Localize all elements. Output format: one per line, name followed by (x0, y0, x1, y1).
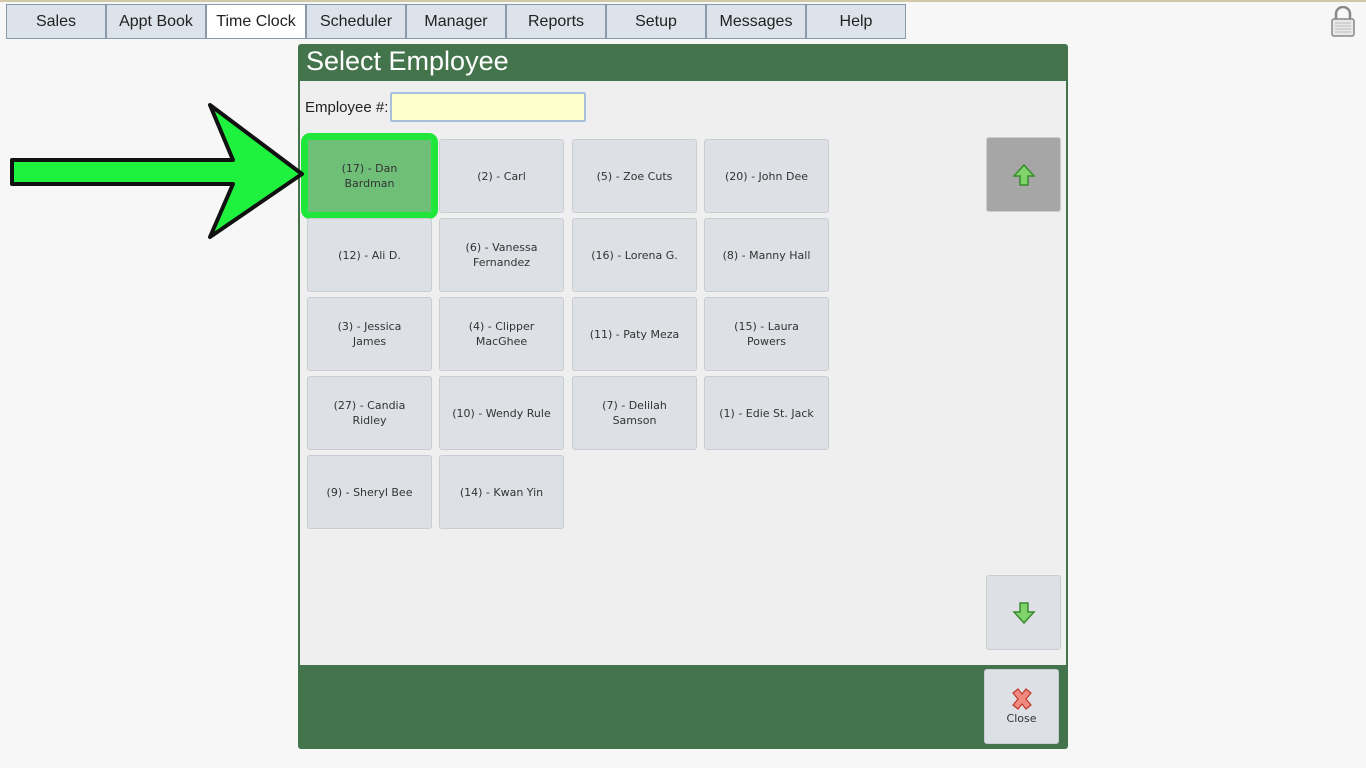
tab-sales[interactable]: Sales (6, 4, 106, 39)
employee-button[interactable]: (11) - Paty Meza (572, 297, 697, 371)
close-label: Close (1006, 712, 1037, 725)
close-icon (1011, 688, 1032, 710)
employee-button[interactable]: (20) - John Dee (704, 139, 829, 213)
tab-divider (6, 38, 906, 39)
scroll-down-button[interactable] (986, 575, 1061, 650)
employee-button[interactable]: (8) - Manny Hall (704, 218, 829, 292)
dialog-body: Employee #: (17) - Dan Bardman (2) - Car… (300, 81, 1066, 665)
employee-button[interactable]: (1) - Edie St. Jack (704, 376, 829, 450)
employee-number-label: Employee #: (305, 99, 389, 116)
employee-button[interactable]: (27) - Candia Ridley (307, 376, 432, 450)
employee-button[interactable]: (5) - Zoe Cuts (572, 139, 697, 213)
tab-messages[interactable]: Messages (706, 4, 806, 39)
tab-appt-book[interactable]: Appt Book (106, 4, 206, 39)
employee-button[interactable]: (3) - Jessica James (307, 297, 432, 371)
employee-button[interactable]: (10) - Wendy Rule (439, 376, 564, 450)
tab-setup[interactable]: Setup (606, 4, 706, 39)
employee-button[interactable]: (14) - Kwan Yin (439, 455, 564, 529)
employee-button[interactable]: (16) - Lorena G. (572, 218, 697, 292)
close-button[interactable]: Close (984, 669, 1059, 744)
tab-manager[interactable]: Manager (406, 4, 506, 39)
arrow-down-icon (1011, 601, 1036, 624)
dialog-title: Select Employee (306, 46, 509, 76)
employee-button[interactable]: (12) - Ali D. (307, 218, 432, 292)
employee-button[interactable]: (9) - Sheryl Bee (307, 455, 432, 529)
employee-button[interactable]: (4) - Clipper MacGhee (439, 297, 564, 371)
lock-icon[interactable] (1330, 6, 1356, 37)
employee-button[interactable]: (17) - Dan Bardman (301, 133, 438, 219)
arrow-up-icon (1011, 163, 1036, 186)
employee-button[interactable]: (2) - Carl (439, 139, 564, 213)
nav-tabs: Sales Appt Book Time Clock Scheduler Man… (6, 4, 906, 39)
scroll-up-button[interactable] (986, 137, 1061, 212)
tab-time-clock[interactable]: Time Clock (206, 4, 306, 39)
tab-scheduler[interactable]: Scheduler (306, 4, 406, 39)
employee-button[interactable]: (15) - Laura Powers (704, 297, 829, 371)
tab-help[interactable]: Help (806, 4, 906, 39)
employee-button[interactable]: (6) - Vanessa Fernandez (439, 218, 564, 292)
top-nav-bar: Sales Appt Book Time Clock Scheduler Man… (0, 0, 1366, 39)
pointer-arrow-annotation (10, 103, 304, 239)
employee-button[interactable]: (7) - Delilah Samson (572, 376, 697, 450)
tab-reports[interactable]: Reports (506, 4, 606, 39)
select-employee-dialog: Select Employee Employee #: (17) - Dan B… (298, 44, 1068, 749)
employee-number-input[interactable] (390, 92, 586, 122)
